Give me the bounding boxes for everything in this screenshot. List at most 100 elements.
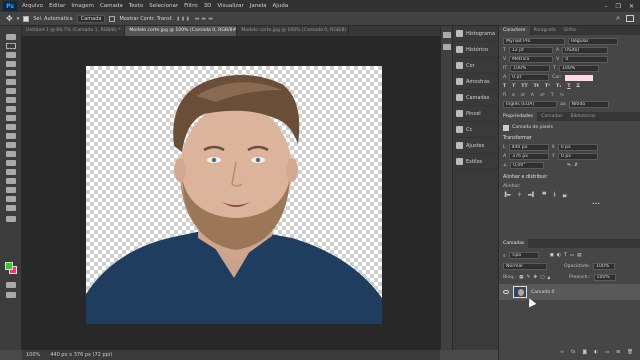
align-bottom-icon[interactable]: ▄	[563, 193, 567, 198]
tab-layers[interactable]: Camadas	[499, 239, 529, 248]
width-field[interactable]: 440 px	[508, 144, 549, 151]
type-tool-icon[interactable]	[6, 169, 16, 175]
menu-help[interactable]: Ajuda	[270, 3, 292, 9]
menu-filter[interactable]: Filtro	[181, 3, 200, 9]
panel-toggle-icon[interactable]	[443, 32, 451, 38]
zoom-level[interactable]: 100%	[26, 352, 40, 358]
quick-mask-icon[interactable]	[6, 282, 16, 288]
text-color-swatch[interactable]	[564, 74, 593, 81]
lock-pixels-icon[interactable]: ▦	[519, 275, 523, 280]
panel-brush[interactable]: Pincel	[453, 106, 498, 122]
blend-mode-select[interactable]: Normal	[503, 263, 547, 270]
baseline-field[interactable]: 0 pt	[509, 74, 550, 81]
layer-row[interactable]: Camada 0	[499, 284, 640, 300]
align-hcenter-icon[interactable]: ╪	[518, 193, 521, 198]
panel-histogram[interactable]: Histograma	[453, 26, 498, 42]
filter-smart-icon[interactable]: ▤	[577, 253, 581, 258]
horizontal-scale-field[interactable]: 100%	[558, 65, 599, 72]
fill-field[interactable]: 100%	[593, 274, 616, 281]
search-icon[interactable]: ⌕	[616, 14, 620, 23]
faux-italic-button[interactable]: T	[512, 84, 515, 89]
superscript-button[interactable]: T¹	[545, 84, 550, 89]
add-mask-icon[interactable]: ◙	[582, 350, 586, 355]
language-select[interactable]: Inglês (EUA)	[503, 101, 557, 108]
visibility-icon[interactable]	[503, 290, 509, 294]
leading-field[interactable]: (Auto)	[561, 47, 608, 54]
lock-paint-icon[interactable]: ✎	[527, 275, 531, 280]
marquee-tool-icon[interactable]	[6, 43, 16, 49]
shape-tool-icon[interactable]	[6, 187, 16, 193]
path-select-tool-icon[interactable]	[6, 178, 16, 184]
screen-mode-icon[interactable]	[6, 292, 16, 298]
menu-edit[interactable]: Editar	[46, 3, 68, 9]
image-canvas[interactable]	[86, 66, 382, 324]
ligature-button[interactable]: fi	[503, 93, 506, 98]
align-left-icon[interactable]: ▐▬	[503, 193, 511, 198]
half-button[interactable]: ½	[560, 93, 564, 98]
filter-shape-icon[interactable]: ▭	[570, 253, 574, 258]
filter-type-icon[interactable]: T	[564, 253, 567, 258]
flip-horizontal-icon[interactable]: ⇋	[567, 163, 571, 168]
kerning-field[interactable]: Métrica	[509, 56, 554, 63]
menu-3d[interactable]: 3D	[201, 3, 215, 9]
antialias-select[interactable]: Nítido	[568, 101, 609, 108]
menu-file[interactable]: Arquivo	[19, 3, 46, 9]
align-top-icon[interactable]: ▀	[543, 193, 547, 198]
font-family-select[interactable]: Myriad Pro	[503, 38, 565, 45]
menu-layer[interactable]: Camada	[97, 3, 126, 9]
stamp-tool-icon[interactable]	[6, 106, 16, 112]
brush-tool-icon[interactable]	[6, 97, 16, 103]
titling-button[interactable]: A	[531, 93, 534, 98]
panel-toggle-icon[interactable]	[443, 44, 451, 50]
layer-style-icon[interactable]: fx	[571, 350, 575, 355]
menu-window[interactable]: Janela	[247, 3, 270, 9]
history-brush-tool-icon[interactable]	[6, 115, 16, 121]
panel-styles[interactable]: Estilos	[453, 154, 498, 170]
x-field[interactable]: 0 px	[557, 144, 598, 151]
move-icon[interactable]: ✥	[6, 14, 13, 23]
vertical-scale-field[interactable]: 100%	[510, 65, 551, 72]
crop-tool-icon[interactable]	[6, 70, 16, 76]
filter-adjust-icon[interactable]: ◐	[557, 253, 561, 258]
tab-layers-secondary[interactable]: Camadas	[537, 112, 566, 121]
foreground-color-swatch[interactable]	[5, 262, 13, 270]
blur-tool-icon[interactable]	[6, 142, 16, 148]
show-controls-checkbox[interactable]	[109, 15, 116, 22]
dropdown-icon[interactable]: ▾	[17, 16, 20, 22]
filter-pixel-icon[interactable]: ▣	[550, 253, 554, 258]
lock-all-icon[interactable]: 🔒︎	[548, 275, 550, 281]
fraction-button[interactable]: T	[551, 93, 554, 98]
more-options-icon[interactable]: •••	[592, 202, 600, 207]
panel-adjustments[interactable]: Ajustes	[453, 138, 498, 154]
lasso-tool-icon[interactable]	[6, 52, 16, 58]
auto-select-target-select[interactable]: Camada	[76, 14, 106, 23]
all-caps-button[interactable]: TT	[521, 84, 527, 89]
panel-color[interactable]: Cor	[453, 58, 498, 74]
layer-kind-select[interactable]: Tipo	[508, 252, 539, 259]
menu-image[interactable]: Imagem	[68, 3, 97, 9]
small-caps-button[interactable]: Tt	[534, 84, 539, 89]
opacity-field[interactable]: 100%	[593, 263, 616, 270]
gradient-tool-icon[interactable]	[6, 133, 16, 139]
font-size-field[interactable]: 12 pt	[508, 47, 553, 54]
eyedropper-tool-icon[interactable]	[6, 79, 16, 85]
edit-toolbar-icon[interactable]	[6, 216, 16, 222]
faux-bold-button[interactable]: T	[503, 84, 506, 89]
new-layer-icon[interactable]: ⊞	[616, 350, 620, 355]
minimize-button[interactable]: –	[605, 3, 608, 10]
auto-select-checkbox[interactable]	[23, 15, 30, 22]
tracking-field[interactable]: 0	[562, 56, 609, 63]
panel-layers-comp[interactable]: Camadas	[453, 90, 498, 106]
layer-name[interactable]: Camada 0	[531, 290, 554, 295]
pen-tool-icon[interactable]	[6, 160, 16, 166]
lock-artboard-icon[interactable]: ▢	[540, 275, 544, 280]
swash-button[interactable]: ơ	[512, 93, 515, 98]
tab-properties[interactable]: Propriedades	[499, 112, 538, 121]
maximize-button[interactable]: ❐	[616, 3, 621, 10]
align-right-icon[interactable]: ▬▌	[528, 193, 536, 198]
healing-tool-icon[interactable]	[6, 88, 16, 94]
panel-history[interactable]: Histórico	[453, 42, 498, 58]
dodge-tool-icon[interactable]	[6, 151, 16, 157]
align-icons[interactable]: ▮▮▮ ▬▬▬	[177, 16, 215, 22]
tab-glyphs[interactable]: Glifos	[560, 26, 581, 35]
